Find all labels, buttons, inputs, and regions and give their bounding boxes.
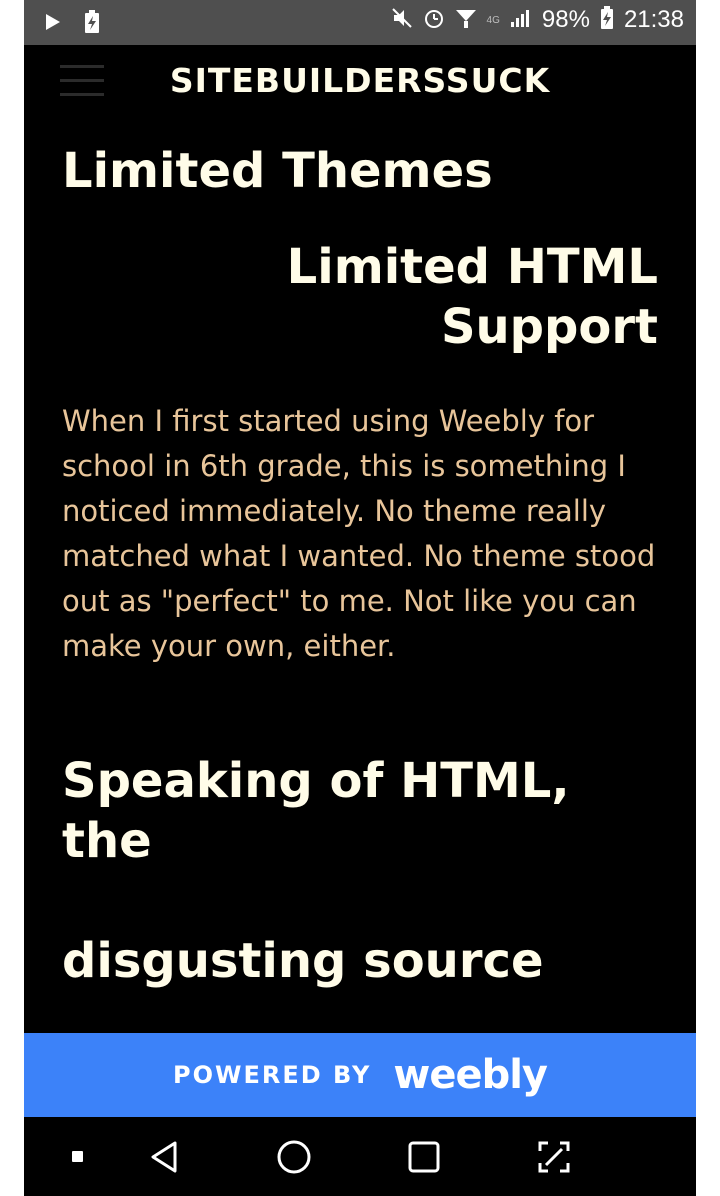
battery-charging-icon xyxy=(84,10,100,38)
recents-square-icon[interactable] xyxy=(404,1137,444,1177)
heading-limited-html-support: Limited HTML Support xyxy=(286,239,658,355)
status-bar: 4G 98% 21:38 xyxy=(24,0,696,45)
signal-icon xyxy=(510,8,532,32)
battery-icon xyxy=(600,6,614,34)
home-circle-icon[interactable] xyxy=(274,1137,314,1177)
play-icon xyxy=(44,12,62,36)
weebly-logo: weebly xyxy=(393,1052,548,1098)
navigation-bar xyxy=(24,1117,696,1196)
alarm-icon xyxy=(423,7,445,33)
square-dot-icon[interactable] xyxy=(58,1137,98,1177)
clock: 21:38 xyxy=(623,6,684,33)
battery-percent: 98% xyxy=(541,6,590,33)
mute-icon xyxy=(391,7,413,33)
heading-speaking-of-html: Speaking of HTML, the xyxy=(62,753,570,869)
wifi-icon xyxy=(455,7,477,33)
powered-by-label: POWERED BY xyxy=(172,1061,372,1089)
screenshot-edit-icon[interactable] xyxy=(534,1137,574,1177)
site-title[interactable]: SITEBUILDERSSUCK xyxy=(24,61,696,100)
heading-limited-themes: Limited Themes xyxy=(62,143,493,199)
site-header: SITEBUILDERSSUCK xyxy=(24,45,696,119)
network-type: 4G xyxy=(486,14,500,26)
web-page: SITEBUILDERSSUCK Limited Themes Limited … xyxy=(24,45,696,1033)
main-content: Limited Themes Limited HTML Support When… xyxy=(62,141,658,991)
heading-disgusting-source: disgusting source xyxy=(62,933,544,989)
back-triangle-icon[interactable] xyxy=(146,1137,186,1177)
body-paragraph: When I first started using Weebly for sc… xyxy=(62,404,656,663)
powered-by-weebly-banner[interactable]: POWERED BY weebly xyxy=(24,1033,696,1117)
